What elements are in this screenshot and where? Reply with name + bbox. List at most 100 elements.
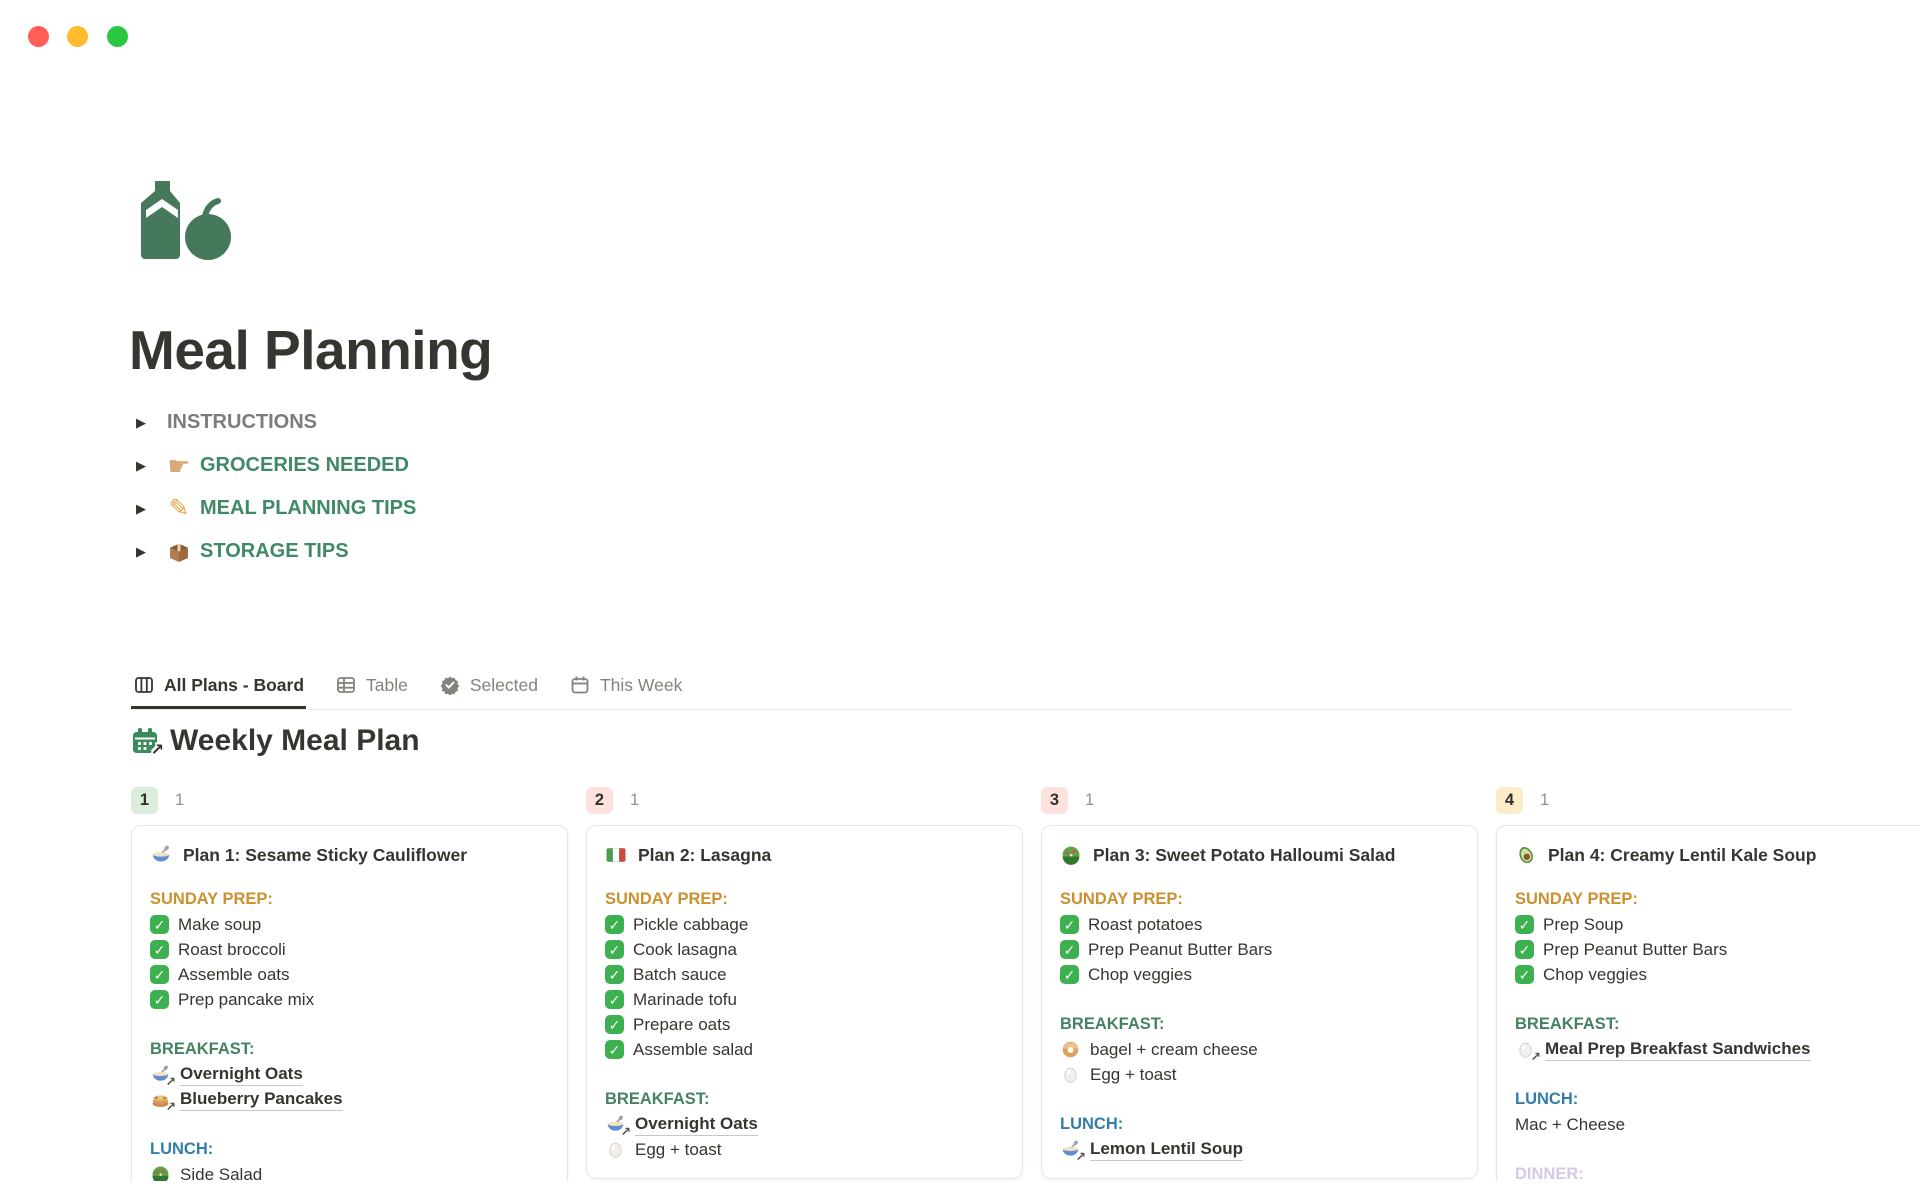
- tab-label: Selected: [470, 675, 538, 696]
- toggle-label: STORAGE TIPS: [200, 540, 349, 563]
- recipe-page-link[interactable]: Lemon Lentil Soup: [1090, 1139, 1243, 1161]
- meal-plan-card[interactable]: Plan 4: Creamy Lentil Kale SoupSUNDAY PR…: [1496, 825, 1920, 1200]
- minimize-button[interactable]: [67, 26, 88, 47]
- meal-plan-card[interactable]: Plan 1: Sesame Sticky CauliflowerSUNDAY …: [131, 825, 568, 1200]
- card-item: ✓Roast potatoes: [1060, 912, 1459, 937]
- item-text: Egg + toast: [635, 1140, 721, 1160]
- meal-plan-card[interactable]: Plan 2: LasagnaSUNDAY PREP:✓Pickle cabba…: [586, 825, 1023, 1179]
- item-text: Prep Peanut Butter Bars: [1543, 940, 1727, 960]
- package-icon: [167, 540, 191, 564]
- item-text: Assemble oats: [178, 965, 290, 985]
- toggle-triangle-icon[interactable]: ▶: [136, 544, 167, 560]
- recipe-page-link[interactable]: Overnight Oats: [635, 1114, 758, 1136]
- close-button[interactable]: [28, 26, 49, 47]
- sub-page-arrow-icon: ↗: [1531, 1049, 1541, 1064]
- section-label: BREAKFAST:: [1060, 1012, 1459, 1037]
- group-badge: 4: [1496, 787, 1523, 814]
- group-badge: 1: [131, 787, 158, 814]
- item-text: Batch sauce: [633, 965, 727, 985]
- item-text: Chop veggies: [1543, 965, 1647, 985]
- card-item: ✓Prepare oats: [605, 1012, 1004, 1037]
- tab-label: This Week: [600, 675, 682, 696]
- checked-checkbox-icon: ✓: [1515, 915, 1534, 934]
- board-column-2: 21Plan 2: LasagnaSUNDAY PREP:✓Pickle cab…: [586, 786, 1023, 1179]
- zoom-button[interactable]: [107, 26, 128, 47]
- tab-all-plans-board[interactable]: All Plans - Board: [131, 663, 306, 709]
- board-view-icon: [133, 674, 155, 696]
- calendar-icon: [569, 674, 591, 696]
- tab-this-week[interactable]: This Week: [567, 663, 684, 709]
- toggle-section-meal-planning-tips[interactable]: ▶✎MEAL PLANNING TIPS: [136, 487, 416, 530]
- section-label: LUNCH:: [1515, 1087, 1914, 1112]
- tab-table[interactable]: Table: [333, 663, 410, 709]
- blank-line: [1060, 987, 1459, 1012]
- blank-line: [605, 1062, 1004, 1087]
- italy-flag-icon: [605, 844, 627, 866]
- board-view-icon: [133, 674, 155, 696]
- card-count: 1: [1085, 791, 1094, 810]
- item-text: Pickle cabbage: [633, 915, 748, 935]
- board-column-3: 31Plan 3: Sweet Potato Halloumi SaladSUN…: [1041, 786, 1478, 1179]
- card-item: ✓Assemble oats: [150, 962, 549, 987]
- tab-selected[interactable]: Selected: [437, 663, 540, 709]
- pencil-icon: ✎: [167, 497, 191, 521]
- recipe-page-link[interactable]: Overnight Oats: [180, 1064, 303, 1086]
- section-label: BREAKFAST:: [605, 1087, 1004, 1112]
- bottom-mask: [0, 1181, 1920, 1200]
- checked-checkbox-icon: ✓: [605, 940, 624, 959]
- table-view-icon: [335, 674, 357, 696]
- calendar-icon: [569, 674, 591, 696]
- toggle-section-instructions[interactable]: ▶INSTRUCTIONS: [136, 401, 416, 444]
- board-column-1: 11 Plan 1: Sesame Sticky CauliflowerSUNDA…: [131, 786, 568, 1200]
- blank-line: [1515, 1062, 1914, 1087]
- table-view-icon: [335, 674, 357, 696]
- egg-icon: [605, 1139, 626, 1160]
- board-columns: 11Plan 1: Sesame Sticky CauliflowerSUNDA…: [131, 786, 1920, 1200]
- grocery-bag-and-apple-icon[interactable]: [133, 180, 233, 262]
- item-text: Prep Peanut Butter Bars: [1088, 940, 1272, 960]
- card-title: Plan 2: Lasagna: [605, 842, 1004, 868]
- item-text: Assemble salad: [633, 1040, 753, 1060]
- checked-checkbox-icon: ✓: [1515, 965, 1534, 984]
- toggle-list: ▶INSTRUCTIONS▶☛GROCERIES NEEDED▶✎MEAL PL…: [136, 401, 416, 573]
- card-item: Egg + toast: [1060, 1062, 1459, 1087]
- checked-checkbox-icon: ✓: [150, 990, 169, 1009]
- salad-icon: [1060, 844, 1082, 866]
- card-count: 1: [1540, 791, 1549, 810]
- toggle-label: INSTRUCTIONS: [167, 411, 317, 434]
- bowl-with-spoon-icon: ↗: [150, 1064, 171, 1085]
- page-title: Meal Planning: [129, 318, 492, 382]
- checked-checkbox-icon: ✓: [605, 1040, 624, 1059]
- toggle-triangle-icon[interactable]: ▶: [136, 458, 167, 474]
- card-item: ✓Roast broccoli: [150, 937, 549, 962]
- card-title: Plan 3: Sweet Potato Halloumi Salad: [1060, 842, 1459, 868]
- item-text: Prep Soup: [1543, 915, 1623, 935]
- card-count: 1: [630, 791, 639, 810]
- checked-checkbox-icon: ✓: [1060, 965, 1079, 984]
- card-item: Egg + toast: [605, 1137, 1004, 1162]
- section-label: SUNDAY PREP:: [1060, 887, 1459, 912]
- card-item: ✓Prep Peanut Butter Bars: [1060, 937, 1459, 962]
- linked-view-arrow-icon: ↗: [151, 740, 164, 760]
- item-text: bagel + cream cheese: [1090, 1040, 1258, 1060]
- checked-checkbox-icon: ✓: [605, 1015, 624, 1034]
- board-title[interactable]: ↗ Weekly Meal Plan: [131, 724, 420, 758]
- card-item: ✓Prep Peanut Butter Bars: [1515, 937, 1914, 962]
- toggle-triangle-icon[interactable]: ▶: [136, 415, 167, 431]
- section-label: BREAKFAST:: [150, 1037, 549, 1062]
- card-item: ✓ Prep Soup: [1515, 912, 1914, 937]
- toggle-section-storage-tips[interactable]: ▶ STORAGE TIPS: [136, 530, 416, 573]
- item-text: Prep pancake mix: [178, 990, 314, 1010]
- toggle-section-groceries-needed[interactable]: ▶☛GROCERIES NEEDED: [136, 444, 416, 487]
- recipe-page-link[interactable]: Blueberry Pancakes: [180, 1089, 343, 1111]
- card-title-text: Plan 3: Sweet Potato Halloumi Salad: [1093, 845, 1395, 866]
- column-header: 11: [131, 786, 568, 814]
- meal-plan-card[interactable]: Plan 3: Sweet Potato Halloumi Salad SUNDA…: [1041, 825, 1478, 1179]
- pointing-hand-icon: ☛: [167, 454, 200, 478]
- pointing-hand-icon: ☛: [167, 454, 191, 478]
- toggle-triangle-icon[interactable]: ▶: [136, 501, 167, 517]
- tab-label: All Plans - Board: [164, 675, 304, 696]
- recipe-page-link[interactable]: Meal Prep Breakfast Sandwiches: [1545, 1039, 1811, 1061]
- card-item: ↗Blueberry Pancakes: [150, 1087, 549, 1112]
- item-text: Mac + Cheese: [1515, 1115, 1625, 1135]
